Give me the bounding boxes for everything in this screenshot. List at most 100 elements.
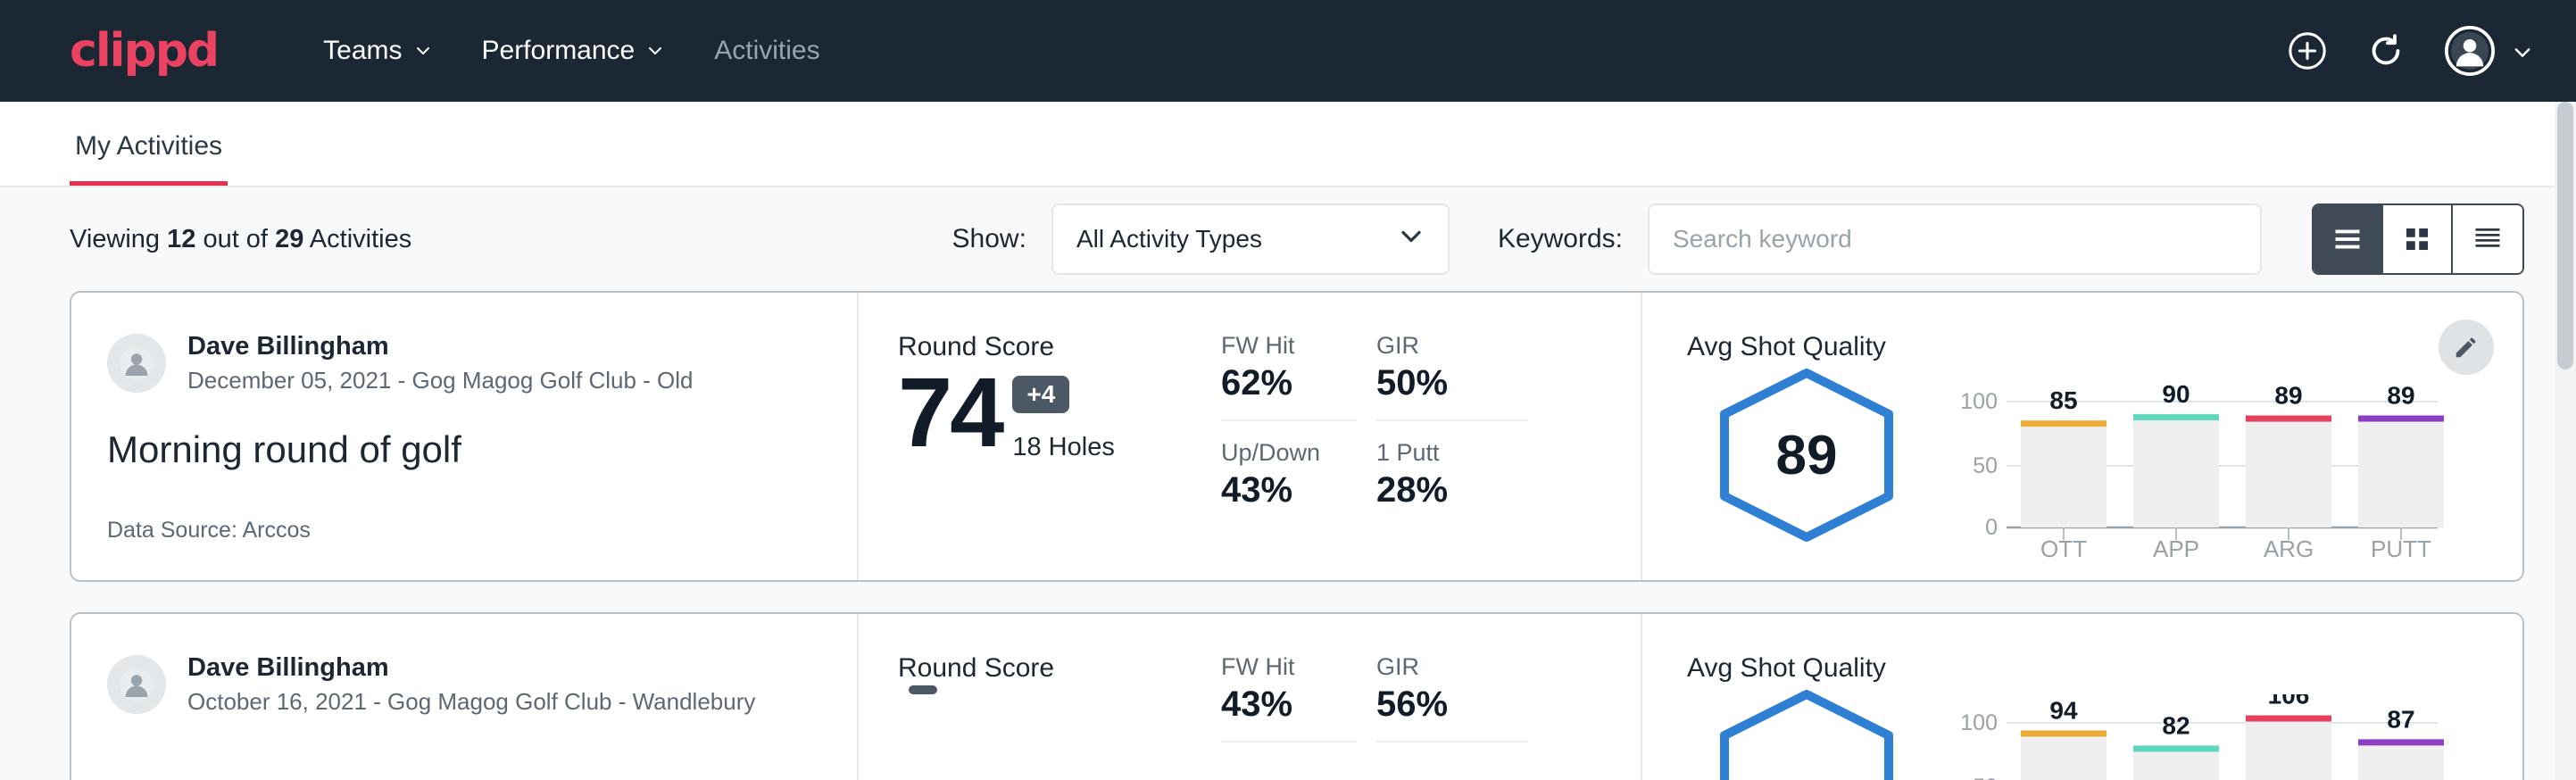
- round-score-side: [909, 685, 937, 714]
- player-name: Dave Billingham: [187, 332, 694, 361]
- round-score-value-row: 74 +4 18 Holes: [898, 364, 1221, 462]
- activity-title: Morning round of golf: [107, 428, 821, 471]
- top-navigation-bar: clippd Teams Performance Activities: [0, 0, 2576, 102]
- nav-item-teams[interactable]: Teams: [298, 36, 456, 66]
- score-to-par-badge: [909, 685, 937, 694]
- nav-item-performance[interactable]: Performance: [457, 36, 690, 66]
- account-avatar[interactable]: [2444, 25, 2530, 77]
- bar-label-app: 90: [2162, 380, 2190, 408]
- clippd-logo[interactable]: clippd: [70, 24, 218, 78]
- stat-fw-hit: FW Hit 43%: [1221, 653, 1357, 743]
- stat-one-putt: 1 Putt 28%: [1376, 439, 1528, 516]
- holes-played: 18 Holes: [1012, 433, 1114, 462]
- tab-my-activities-label: My Activities: [75, 131, 222, 161]
- scrollbar-thumb[interactable]: [2557, 102, 2573, 369]
- viewing-total: 29: [275, 225, 303, 253]
- viewing-count-text: Viewing 12 out of 29 Activities: [70, 225, 411, 254]
- stat-label: 1 Putt: [1376, 439, 1528, 467]
- data-source: Data Source: Arccos: [107, 518, 821, 544]
- stat-gir: GIR 50%: [1376, 332, 1528, 421]
- stat-fw-hit: FW Hit 62%: [1221, 332, 1357, 421]
- bar-label-putt: 87: [2387, 705, 2414, 733]
- avg-shot-quality-label: Avg Shot Quality: [1687, 653, 2522, 684]
- avg-shot-quality-label: Avg Shot Quality: [1687, 332, 2522, 362]
- bar-label-ott: 94: [2049, 696, 2078, 724]
- search-placeholder: Search keyword: [1673, 225, 1852, 253]
- activity-meta: October 16, 2021 - Gog Magog Golf Club -…: [187, 688, 755, 716]
- stat-value: 28%: [1376, 470, 1528, 510]
- nav-item-activities[interactable]: Activities: [689, 36, 844, 66]
- round-score-label: Round Score: [898, 653, 1221, 684]
- edit-activity-button[interactable]: [2439, 319, 2494, 375]
- activity-card-list: Dave Billingham December 05, 2021 - Gog …: [0, 291, 2576, 780]
- activity-summary: Dave Billingham October 16, 2021 - Gog M…: [71, 614, 859, 780]
- quality-hexagon: [1712, 687, 1901, 780]
- stat-label: GIR: [1376, 332, 1528, 360]
- y-tick-100: 100: [1960, 710, 1998, 735]
- player-info: Dave Billingham October 16, 2021 - Gog M…: [187, 653, 755, 716]
- stat-value: 43%: [1221, 470, 1357, 510]
- list-view-button[interactable]: [2314, 205, 2383, 273]
- shot-quality-bar-chart: 100 50 0 85 OTT: [1951, 373, 2451, 565]
- stat-label: GIR: [1376, 653, 1528, 681]
- avg-shot-quality-block: Avg Shot Quality 89 100 50 0: [1641, 293, 2522, 580]
- round-score-block: Round Score: [859, 614, 1221, 780]
- round-score-value-row: [898, 685, 1221, 714]
- x-tick-arg: ARG: [2264, 535, 2314, 560]
- filter-bar: Viewing 12 out of 29 Activities Show: Al…: [0, 187, 2576, 291]
- view-mode-group: [2312, 203, 2524, 275]
- stat-value: 50%: [1376, 363, 1528, 403]
- avg-shot-quality-content: 100 50 0 94: [1687, 687, 2522, 780]
- bar-label-arg: 106: [2268, 694, 2310, 709]
- activity-card[interactable]: Dave Billingham October 16, 2021 - Gog M…: [70, 612, 2524, 780]
- bar-label-app: 82: [2162, 711, 2190, 739]
- avatar: [107, 655, 166, 714]
- bar-label-putt: 89: [2387, 382, 2414, 410]
- player-header: Dave Billingham October 16, 2021 - Gog M…: [107, 653, 821, 716]
- stats-grid: FW Hit 62% GIR 50% Up/Down 43% 1 Putt 28…: [1221, 332, 1641, 516]
- quality-score: [1712, 687, 1901, 780]
- bar-app: 82: [2133, 711, 2219, 780]
- x-tick-putt: PUTT: [2371, 535, 2431, 560]
- stat-value: 43%: [1221, 685, 1357, 725]
- viewing-suffix: Activities: [310, 225, 411, 253]
- compact-view-button[interactable]: [2453, 205, 2522, 273]
- x-tick-app: APP: [2153, 535, 2199, 560]
- bar-app: 90 APP: [2133, 380, 2219, 560]
- search-input[interactable]: Search keyword: [1648, 203, 2262, 275]
- page-scrollbar[interactable]: [2555, 102, 2576, 780]
- round-score-value: 74: [898, 364, 1001, 462]
- add-icon[interactable]: [2287, 30, 2328, 71]
- player-name: Dave Billingham: [187, 653, 755, 683]
- y-tick-50: 50: [1973, 775, 1998, 780]
- activity-card[interactable]: Dave Billingham December 05, 2021 - Gog …: [70, 291, 2524, 582]
- bar-arg: 89 ARG: [2246, 382, 2331, 560]
- round-score-side: +4 18 Holes: [1012, 376, 1114, 462]
- nav-item-teams-label: Teams: [323, 36, 402, 66]
- player-info: Dave Billingham December 05, 2021 - Gog …: [187, 332, 694, 394]
- bar-arg: 106: [2246, 694, 2331, 780]
- stats-block: FW Hit 43% GIR 56%: [1221, 614, 1641, 780]
- bar-ott: 85 OTT: [2021, 386, 2107, 560]
- bar-putt: 89 PUTT: [2358, 382, 2444, 560]
- activity-meta: December 05, 2021 - Gog Magog Golf Club …: [187, 367, 694, 394]
- bar-ott: 94: [2021, 696, 2107, 780]
- quality-score: 89: [1712, 366, 1901, 544]
- grid-view-button[interactable]: [2383, 205, 2453, 273]
- round-score-block: Round Score 74 +4 18 Holes: [859, 293, 1221, 580]
- avg-shot-quality-content: 89 100 50 0: [1687, 366, 2522, 565]
- viewing-prefix: Viewing: [70, 225, 160, 253]
- nav-item-performance-label: Performance: [482, 36, 636, 66]
- quality-hexagon: 89: [1712, 366, 1901, 544]
- activity-type-value: All Activity Types: [1076, 225, 1262, 253]
- nav-actions: [2287, 25, 2530, 77]
- refresh-icon[interactable]: [2365, 30, 2406, 71]
- stat-label: Up/Down: [1221, 439, 1357, 467]
- chevron-down-icon: [2512, 42, 2530, 60]
- tab-my-activities[interactable]: My Activities: [70, 131, 228, 186]
- y-tick-100: 100: [1960, 389, 1998, 414]
- bar-label-arg: 89: [2274, 382, 2302, 410]
- activity-type-select[interactable]: All Activity Types: [1051, 203, 1450, 275]
- stat-label: FW Hit: [1221, 332, 1357, 360]
- nav-item-activities-label: Activities: [714, 36, 819, 66]
